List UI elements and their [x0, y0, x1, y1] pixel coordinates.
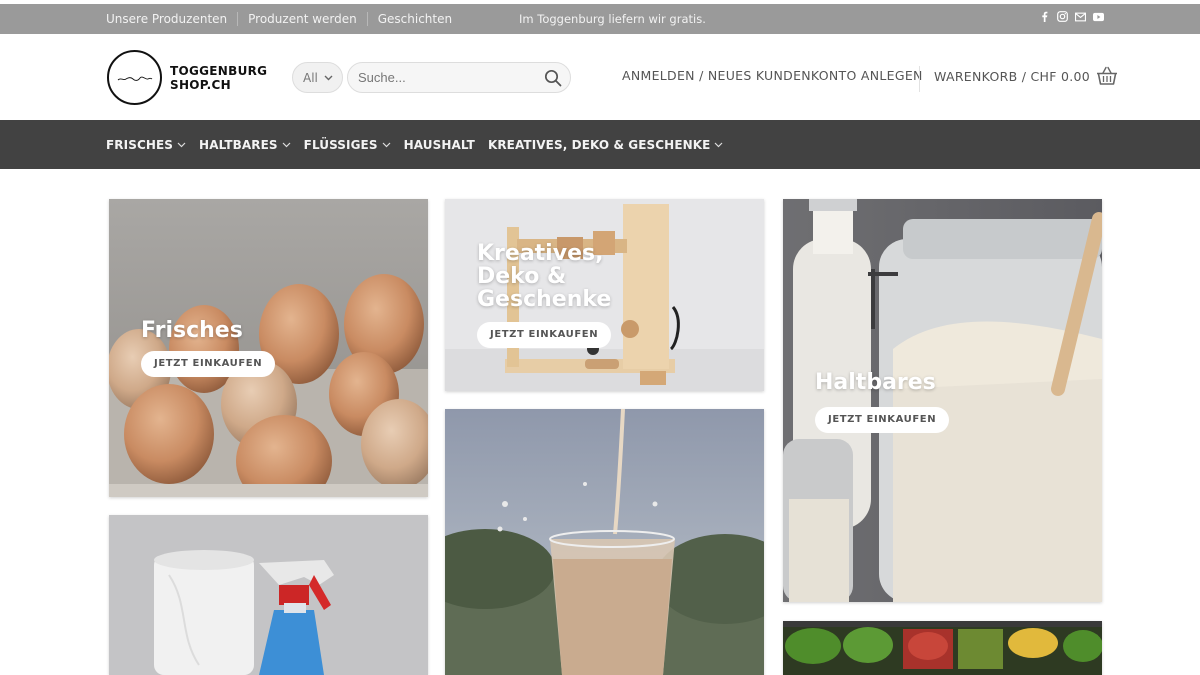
- search-icon[interactable]: [544, 69, 562, 87]
- logo-line-1: TOGGENBURG: [170, 64, 268, 78]
- nav-item-kreatives[interactable]: KREATIVES, DEKO & GESCHENKE: [488, 138, 724, 152]
- tile-title: Kreatives, Deko & Geschenke: [477, 242, 611, 311]
- nav-item-haltbares[interactable]: HALTBARES: [199, 138, 291, 152]
- cleaning-supplies-image: [109, 515, 428, 675]
- logo-signature-icon: [117, 76, 153, 81]
- cart-link[interactable]: WARENKORB / CHF 0.00: [934, 66, 1118, 86]
- logo-line-2: SHOP.CH: [170, 78, 231, 92]
- category-select[interactable]: All: [292, 62, 343, 93]
- search-box: [347, 62, 571, 93]
- nav-item-label: FRISCHES: [106, 137, 174, 152]
- nav-item-haushalt[interactable]: HAUSHALT: [404, 138, 475, 152]
- top-links: Unsere Produzenten Produzent werden Gesc…: [106, 4, 472, 34]
- facebook-icon[interactable]: [1039, 11, 1050, 22]
- instagram-icon[interactable]: [1057, 11, 1068, 22]
- flour-jars-image: [783, 199, 1102, 602]
- category-tile-fluessiges[interactable]: [445, 409, 764, 675]
- search-form: All: [292, 62, 571, 94]
- site-header: TOGGENBURG SHOP.CH All ANMELDEN / NEUES …: [0, 34, 1200, 120]
- category-tile-kreatives[interactable]: Kreatives, Deko & Geschenke JETZT EINKAU…: [445, 199, 764, 391]
- logo[interactable]: [107, 50, 162, 105]
- drink-glass-image: [445, 409, 764, 675]
- email-icon[interactable]: [1075, 11, 1086, 22]
- tile-title: Haltbares: [815, 370, 936, 395]
- chevron-down-icon: [177, 142, 186, 147]
- nav-item-label: KREATIVES, DEKO & GESCHENKE: [487, 137, 711, 152]
- tile-title: Frisches: [141, 318, 243, 343]
- nav-item-label: FLÜSSIGES: [303, 137, 378, 152]
- chevron-down-icon: [324, 75, 333, 80]
- top-link-stories[interactable]: Geschichten: [378, 12, 462, 26]
- main-nav: FRISCHES HALTBARES FLÜSSIGES HAUSHALT KR…: [0, 120, 1200, 169]
- category-tile-haushalt[interactable]: [109, 515, 428, 675]
- category-tile-frisches[interactable]: Frisches JETZT EINKAUFEN: [109, 199, 428, 497]
- top-link-producers[interactable]: Unsere Produzenten: [106, 12, 239, 26]
- youtube-icon[interactable]: [1093, 11, 1104, 22]
- nav-item-frisches[interactable]: FRISCHES: [106, 138, 186, 152]
- shop-now-button[interactable]: JETZT EINKAUFEN: [815, 407, 950, 433]
- top-bar: Unsere Produzenten Produzent werden Gesc…: [0, 4, 1200, 34]
- tile-title-line: Deko &: [477, 264, 567, 289]
- category-select-value: All: [303, 70, 318, 85]
- tile-title-line: Geschenke: [477, 287, 612, 312]
- nav-item-label: HAUSHALT: [403, 137, 475, 152]
- basket-icon: [1097, 66, 1118, 85]
- chevron-down-icon: [282, 142, 291, 147]
- top-link-become-producer[interactable]: Produzent werden: [248, 12, 368, 26]
- eggs-image: [109, 199, 428, 497]
- search-input[interactable]: [358, 70, 538, 85]
- nav-item-fluessiges[interactable]: FLÜSSIGES: [304, 138, 391, 152]
- nav-item-label: HALTBARES: [199, 137, 278, 152]
- vegetables-image: [783, 621, 1102, 675]
- cart-label: WARENKORB / CHF 0.00: [934, 68, 1091, 84]
- account-link[interactable]: ANMELDEN / NEUES KUNDENKONTO ANLEGEN: [622, 68, 923, 83]
- shop-now-button[interactable]: JETZT EINKAUFEN: [477, 322, 612, 348]
- header-divider: [919, 66, 920, 92]
- delivery-notice: Im Toggenburg liefern wir gratis.: [519, 12, 706, 26]
- chevron-down-icon: [715, 142, 723, 147]
- tile-title-line: Kreatives,: [477, 241, 604, 266]
- category-tile-haltbares[interactable]: Haltbares JETZT EINKAUFEN: [783, 199, 1102, 602]
- logo-text[interactable]: TOGGENBURG SHOP.CH: [170, 64, 267, 92]
- chevron-down-icon: [382, 142, 391, 147]
- social-links: [1039, 11, 1104, 22]
- shop-now-button[interactable]: JETZT EINKAUFEN: [141, 351, 276, 377]
- category-tile-vegetables[interactable]: [783, 621, 1102, 675]
